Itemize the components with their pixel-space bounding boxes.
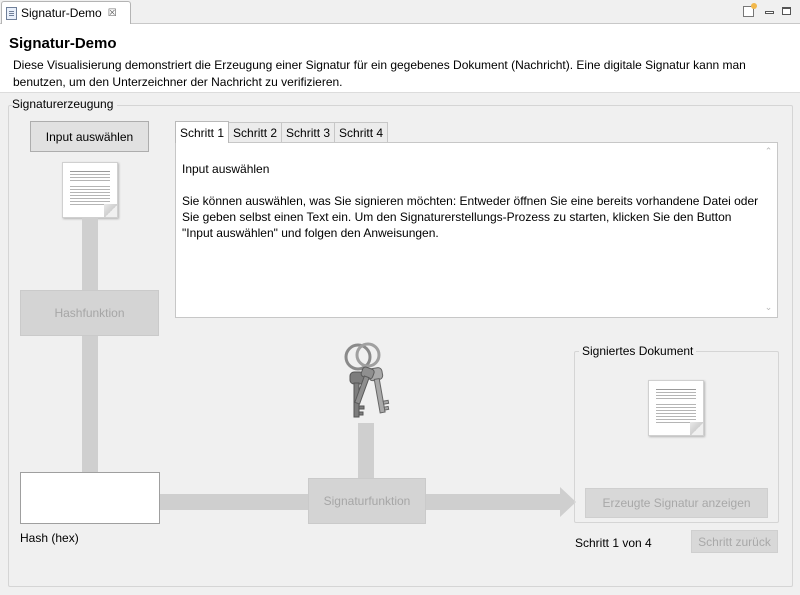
signature-function-box: Signaturfunktion <box>308 478 426 524</box>
tab-schritt-4[interactable]: Schritt 4 <box>334 122 389 142</box>
tab-schritt-3[interactable]: Schritt 3 <box>281 122 336 142</box>
hash-label: Hash (hex) <box>20 531 79 545</box>
scroll-up-icon[interactable]: ⌃ <box>764 147 773 156</box>
step-text: Input auswählen Sie können auswählen, wa… <box>182 161 760 241</box>
close-icon[interactable]: ☒ <box>108 8 117 19</box>
keys-icon <box>344 342 390 418</box>
connector-key-signature <box>358 423 374 478</box>
minimize-icon[interactable] <box>763 4 775 18</box>
step-heading: Input auswählen <box>182 162 270 176</box>
step-back-button[interactable]: Schritt zurück <box>691 530 778 553</box>
input-select-button[interactable]: Input auswählen <box>30 121 149 152</box>
page-title: Signatur-Demo <box>9 35 117 52</box>
maximize-icon[interactable] <box>780 4 792 18</box>
signed-document-title: Signiertes Dokument <box>579 344 697 358</box>
header: Signatur-Demo Diese Visualisierung demon… <box>6 30 794 92</box>
hash-value-box <box>20 472 160 524</box>
hash-function-box: Hashfunktion <box>20 290 159 336</box>
step-body: Sie können auswählen, was Sie signieren … <box>182 194 759 240</box>
view-tab-signatur-demo[interactable]: Signatur-Demo ☒ <box>1 1 131 24</box>
step-tabs: Schritt 1 Schritt 2 Schritt 3 Schritt 4 <box>175 121 389 143</box>
connector-hash-signature <box>160 494 308 510</box>
step-description-panel[interactable]: Input auswählen Sie können auswählen, wa… <box>175 142 778 318</box>
page-description: Diese Visualisierung demonstriert die Er… <box>13 58 746 89</box>
connector-signature-output <box>426 494 560 510</box>
tab-schritt-2[interactable]: Schritt 2 <box>228 122 283 142</box>
view-tab-title: Signatur-Demo <box>21 6 102 20</box>
vertical-scrollbar[interactable]: ⌃ ⌄ <box>760 143 777 317</box>
connector-doc-hash <box>82 218 98 290</box>
tab-schritt-1[interactable]: Schritt 1 <box>175 121 230 143</box>
new-view-icon[interactable] <box>741 2 757 18</box>
group-title: Signaturerzeugung <box>12 97 118 111</box>
show-signature-button[interactable]: Erzeugte Signatur anzeigen <box>585 488 768 518</box>
scroll-down-icon[interactable]: ⌄ <box>764 303 773 312</box>
document-icon <box>6 6 17 20</box>
signed-document-icon <box>648 380 704 436</box>
connector-hash-hashbox <box>82 336 98 472</box>
view-tab-bar: Signatur-Demo ☒ <box>0 0 800 24</box>
input-document-icon <box>62 162 118 218</box>
step-counter: Schritt 1 von 4 <box>575 536 652 550</box>
